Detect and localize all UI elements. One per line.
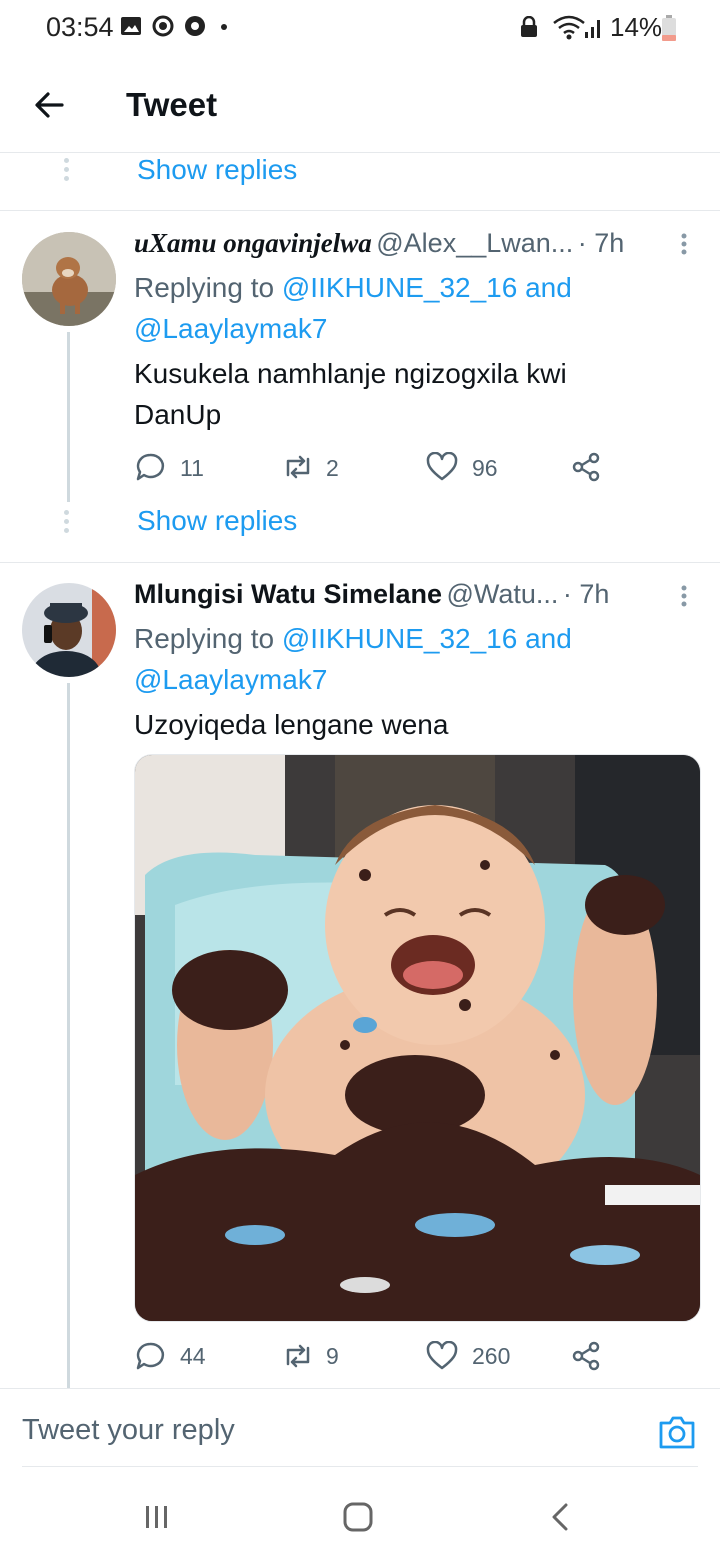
tweet-time: · 7h (562, 579, 610, 609)
home-icon[interactable] (342, 1502, 374, 1532)
like-count: 96 (472, 455, 498, 481)
author-handle: @Alex__Lwan... (376, 228, 574, 258)
like-count: 260 (472, 1343, 511, 1369)
author-name[interactable]: Mlungisi Watu Simelane (134, 579, 442, 609)
tweet-time: · 7h (577, 228, 625, 258)
reply-icon[interactable] (134, 451, 166, 483)
reply-bar-divider (0, 1388, 720, 1389)
back-nav-icon[interactable] (548, 1502, 572, 1532)
notification-dot-icon (221, 24, 227, 30)
tweet-divider (0, 562, 720, 563)
reply-underline (22, 1466, 698, 1467)
share-icon[interactable] (572, 452, 602, 482)
retweet-count: 2 (326, 455, 339, 481)
reply-icon[interactable] (134, 1340, 166, 1372)
mention-and: and (525, 623, 572, 654)
chrome-icon (185, 16, 205, 36)
mention-link[interactable]: @IIKHUNE_32_16 (282, 272, 517, 303)
tweet-text: Kusukela namhlanje ngizogxila kwi DanUp (134, 353, 654, 435)
thread-dots (64, 158, 70, 181)
replying-to: Replying to @IIKHUNE_32_16 and @Laaylaym… (134, 267, 634, 349)
back-arrow-icon[interactable] (32, 88, 66, 122)
reply-count: 44 (180, 1343, 206, 1369)
mention-link[interactable]: @Laaylaymak7 (134, 664, 327, 695)
camera-icon[interactable] (658, 1414, 696, 1450)
thread-line (67, 332, 70, 502)
signal-icon (585, 20, 600, 38)
tweet-header: uXamu ongavinjelwa @Alex__Lwan... · 7h (134, 228, 674, 259)
tweet-header: Mlungisi Watu Simelane @Watu... · 7h (134, 579, 674, 610)
status-time: 03:54 (46, 12, 114, 42)
show-replies-link[interactable]: Show replies (137, 154, 297, 186)
header-divider (0, 152, 720, 153)
show-replies-link[interactable]: Show replies (137, 505, 297, 537)
mention-link[interactable]: @IIKHUNE_32_16 (282, 623, 517, 654)
sync-icon (152, 15, 174, 37)
reply-count: 11 (180, 455, 204, 481)
tweet-divider (0, 210, 720, 211)
avatar[interactable] (22, 583, 116, 677)
like-icon[interactable] (426, 452, 458, 482)
mention-and: and (525, 272, 572, 303)
recent-apps-icon[interactable] (143, 1503, 171, 1531)
wifi-icon (553, 15, 585, 40)
gallery-icon (121, 17, 141, 35)
tweet-text-line: Kusukela namhlanje ngizogxila kwi (134, 358, 567, 389)
tweet-text: Uzoyiqeda lengane wena (134, 704, 654, 745)
page-title: Tweet (126, 86, 218, 123)
more-options-icon[interactable] (680, 584, 688, 608)
tweet-media-image[interactable] (134, 754, 701, 1322)
lock-icon (521, 16, 537, 37)
retweet-icon[interactable] (282, 453, 314, 481)
avatar[interactable] (22, 232, 116, 326)
mention-link[interactable]: @Laaylaymak7 (134, 313, 327, 344)
replying-prefix: Replying to (134, 623, 275, 654)
tweet-text-line: Uzoyiqeda lengane wena (134, 709, 449, 740)
retweet-count: 9 (326, 1343, 339, 1369)
author-handle: @Watu... (446, 579, 559, 609)
battery-icon (662, 15, 676, 41)
thread-dots (64, 510, 70, 533)
like-icon[interactable] (426, 1341, 458, 1371)
tweet-text-line: DanUp (134, 399, 222, 430)
retweet-icon[interactable] (282, 1342, 314, 1370)
more-options-icon[interactable] (680, 232, 688, 256)
author-name[interactable]: uXamu ongavinjelwa (134, 228, 372, 258)
share-icon[interactable] (572, 1341, 602, 1371)
battery-percent: 14% (610, 12, 663, 42)
reply-input[interactable]: Tweet your reply (22, 1414, 235, 1447)
replying-prefix: Replying to (134, 272, 275, 303)
replying-to: Replying to @IIKHUNE_32_16 and @Laaylaym… (134, 618, 634, 700)
thread-line (67, 683, 70, 1388)
